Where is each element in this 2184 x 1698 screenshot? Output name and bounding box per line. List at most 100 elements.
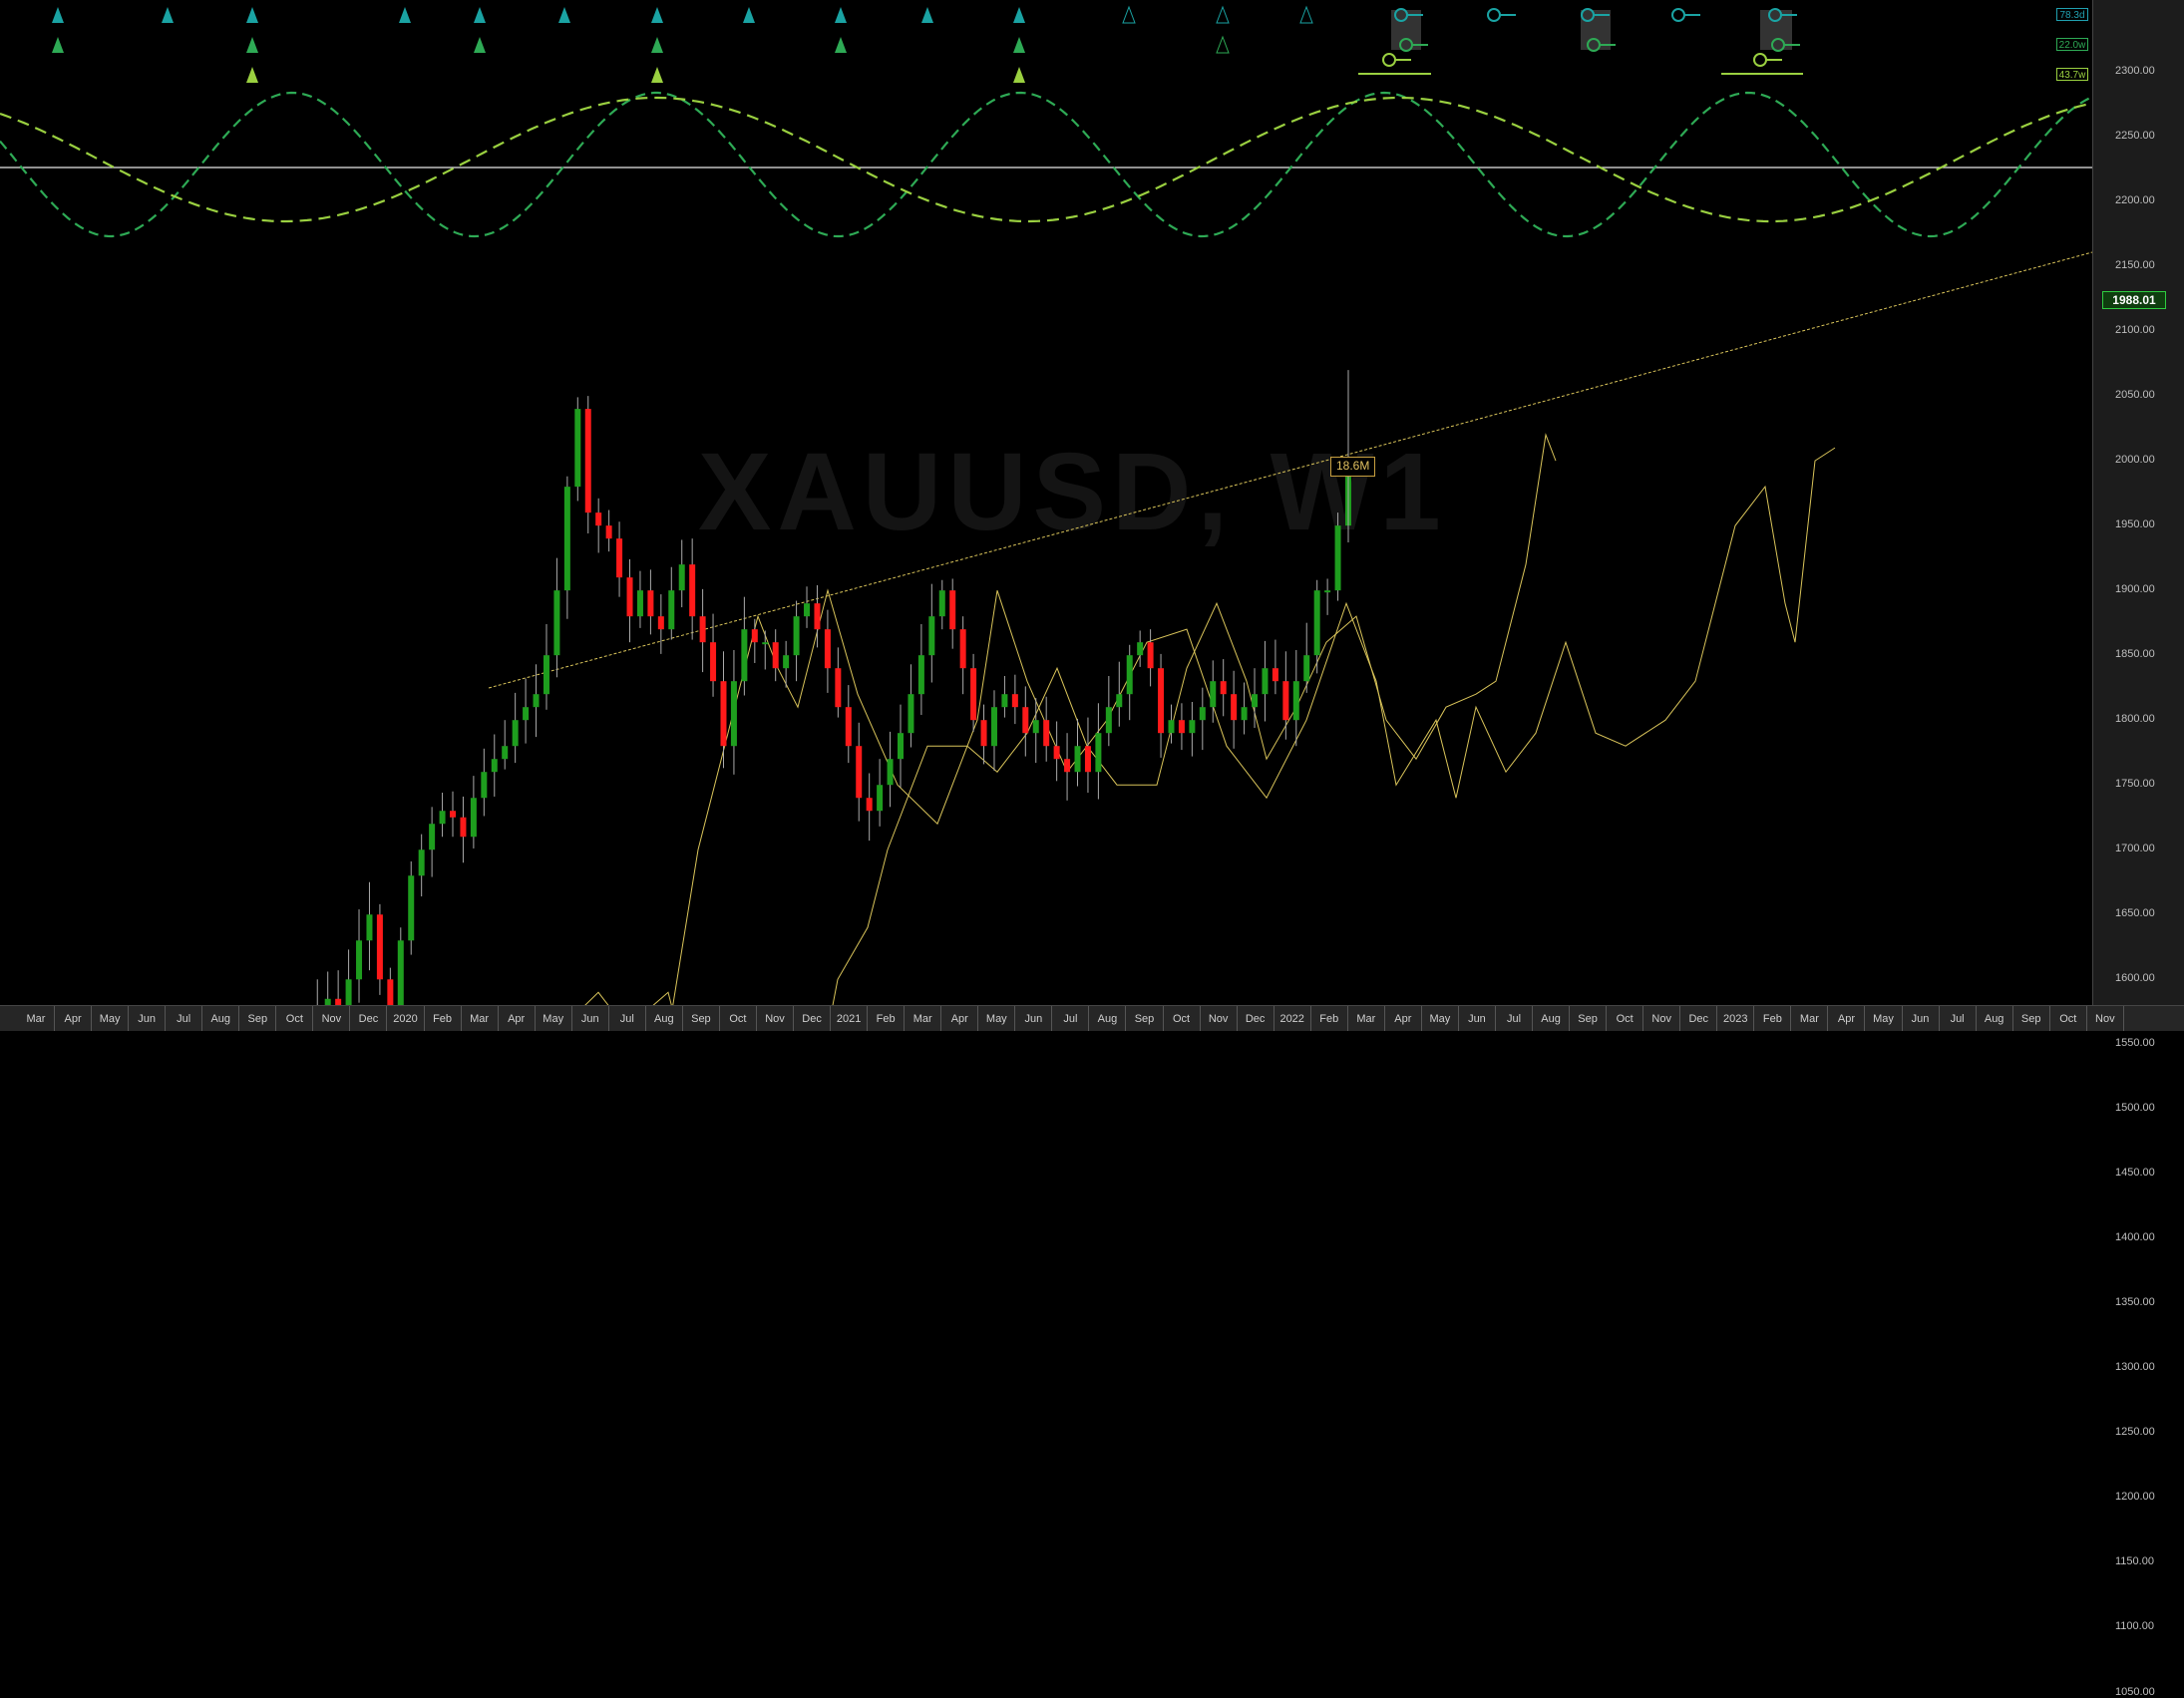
time-divider bbox=[91, 1006, 93, 1031]
cycle-wave-43w bbox=[0, 96, 2091, 223]
cycle-trough-marker bbox=[651, 7, 663, 23]
candle-body bbox=[1064, 759, 1071, 773]
time-tick-label: Sep bbox=[1578, 1013, 1598, 1025]
time-divider bbox=[275, 1006, 277, 1031]
time-tick-label: Oct bbox=[2059, 1013, 2077, 1025]
candle-body bbox=[1324, 590, 1331, 593]
price-tick-label: 1100.00 bbox=[2115, 1620, 2154, 1633]
candle-body bbox=[959, 629, 966, 669]
time-divider bbox=[867, 1006, 869, 1031]
candle-body bbox=[1189, 720, 1196, 734]
price-tick-label: 2000.00 bbox=[2115, 454, 2155, 467]
time-tick-label: May bbox=[1873, 1013, 1894, 1025]
candle-body bbox=[668, 590, 675, 630]
price-tick-label: 1250.00 bbox=[2115, 1426, 2155, 1439]
candle-body bbox=[699, 616, 706, 643]
time-divider bbox=[644, 1006, 646, 1031]
time-tick-label: Mar bbox=[470, 1013, 490, 1025]
time-tick-label: Nov bbox=[1208, 1013, 1229, 1025]
time-divider bbox=[2048, 1006, 2050, 1031]
chart-canvas[interactable] bbox=[0, 0, 2092, 1005]
candle-body bbox=[1074, 746, 1081, 773]
trend-line[interactable] bbox=[488, 251, 2092, 689]
cycle-wave-22w bbox=[0, 91, 2091, 238]
candle-body bbox=[481, 772, 488, 799]
cycle-trough-marker bbox=[1216, 5, 1230, 24]
time-tick-label: Dec bbox=[802, 1013, 822, 1025]
time-divider bbox=[1864, 1006, 1866, 1031]
candle-body bbox=[1084, 746, 1091, 773]
time-tick-label: Jul bbox=[177, 1013, 191, 1025]
candle-body bbox=[856, 746, 863, 799]
candle-body bbox=[887, 759, 894, 786]
time-divider bbox=[830, 1006, 832, 1031]
price-tick-label: 1400.00 bbox=[2115, 1231, 2155, 1244]
time-tick-label: Jul bbox=[1063, 1013, 1078, 1025]
candle-body bbox=[1043, 720, 1050, 747]
time-divider bbox=[497, 1006, 499, 1031]
time-tick-label: Apr bbox=[1394, 1013, 1412, 1025]
time-divider bbox=[386, 1006, 388, 1031]
time-tick-label: Dec bbox=[1688, 1013, 1709, 1025]
candle-body bbox=[898, 733, 904, 760]
candle-body bbox=[949, 590, 956, 630]
cycle-trough-marker bbox=[1299, 5, 1313, 24]
time-divider bbox=[1827, 1006, 1829, 1031]
chart-area[interactable]: XAUUSD, W1 18.6M bbox=[0, 0, 2092, 1005]
cycle-waves bbox=[0, 91, 2091, 238]
time-divider bbox=[718, 1006, 720, 1031]
time-divider bbox=[238, 1006, 240, 1031]
cycle-trough-marker bbox=[246, 7, 258, 23]
candle-body bbox=[553, 590, 560, 656]
time-divider bbox=[1642, 1006, 1644, 1031]
cycle-trough-marker bbox=[52, 37, 64, 53]
time-divider bbox=[1051, 1006, 1053, 1031]
candle-body bbox=[523, 707, 530, 721]
candle-body bbox=[376, 914, 383, 980]
time-tick-label: Feb bbox=[1319, 1013, 1339, 1025]
candle-body bbox=[584, 409, 591, 513]
candle-body bbox=[793, 616, 800, 656]
time-divider bbox=[165, 1006, 167, 1031]
price-axis[interactable]: 2300.00 2250.00 2200.00 2150.00 2100.00 2050.… bbox=[2092, 0, 2184, 1698]
candle-body bbox=[366, 914, 373, 941]
candle-body bbox=[1105, 707, 1112, 734]
price-tick-label: 1300.00 bbox=[2115, 1361, 2155, 1374]
time-axis[interactable]: Mar Apr May Jun Jul Aug Sep Oct Nov Dec 2020 Feb Mar… bbox=[0, 1005, 2184, 1031]
time-divider bbox=[1532, 1006, 1533, 1031]
volume-badge: 18.6M bbox=[1330, 457, 1376, 477]
cycle-trough-marker bbox=[743, 7, 755, 23]
time-tick-label: May bbox=[99, 1013, 121, 1025]
candle-body bbox=[1178, 720, 1185, 734]
candle-body bbox=[1168, 720, 1175, 734]
projection-line-b bbox=[652, 433, 1557, 1005]
candle-body bbox=[990, 707, 997, 747]
candle-body bbox=[491, 759, 498, 773]
candle-body bbox=[470, 798, 477, 838]
time-tick-label: Jul bbox=[1950, 1013, 1965, 1025]
time-tick-label: Aug bbox=[210, 1013, 231, 1025]
candle-body bbox=[1147, 642, 1154, 669]
candle-body bbox=[533, 694, 540, 708]
time-tick-label: Apr bbox=[64, 1013, 82, 1025]
price-tick-label: 1950.00 bbox=[2115, 518, 2155, 531]
time-tick-label: May bbox=[543, 1013, 564, 1025]
time-tick-label: Nov bbox=[321, 1013, 342, 1025]
cycle-trough-marker bbox=[921, 7, 933, 23]
price-tick-label: 2100.00 bbox=[2115, 324, 2155, 337]
price-tick-label: 1650.00 bbox=[2115, 907, 2155, 920]
time-tick-label: Dec bbox=[358, 1013, 379, 1025]
cycle-trough-marker bbox=[474, 7, 486, 23]
candle-body bbox=[970, 668, 977, 721]
price-tick-label: 1050.00 bbox=[2115, 1685, 2155, 1698]
candle-body bbox=[772, 642, 779, 669]
cycle-trough-marker bbox=[399, 7, 411, 23]
candle-body bbox=[616, 538, 623, 578]
time-tick-label: May bbox=[1429, 1013, 1451, 1025]
candle-body bbox=[563, 487, 570, 591]
time-tick-label: Mar bbox=[1799, 1013, 1819, 1025]
time-divider bbox=[977, 1006, 979, 1031]
last-price-label: 1988.01 bbox=[2102, 291, 2166, 309]
time-tick-label: Apr bbox=[950, 1013, 968, 1025]
time-divider bbox=[349, 1006, 351, 1031]
